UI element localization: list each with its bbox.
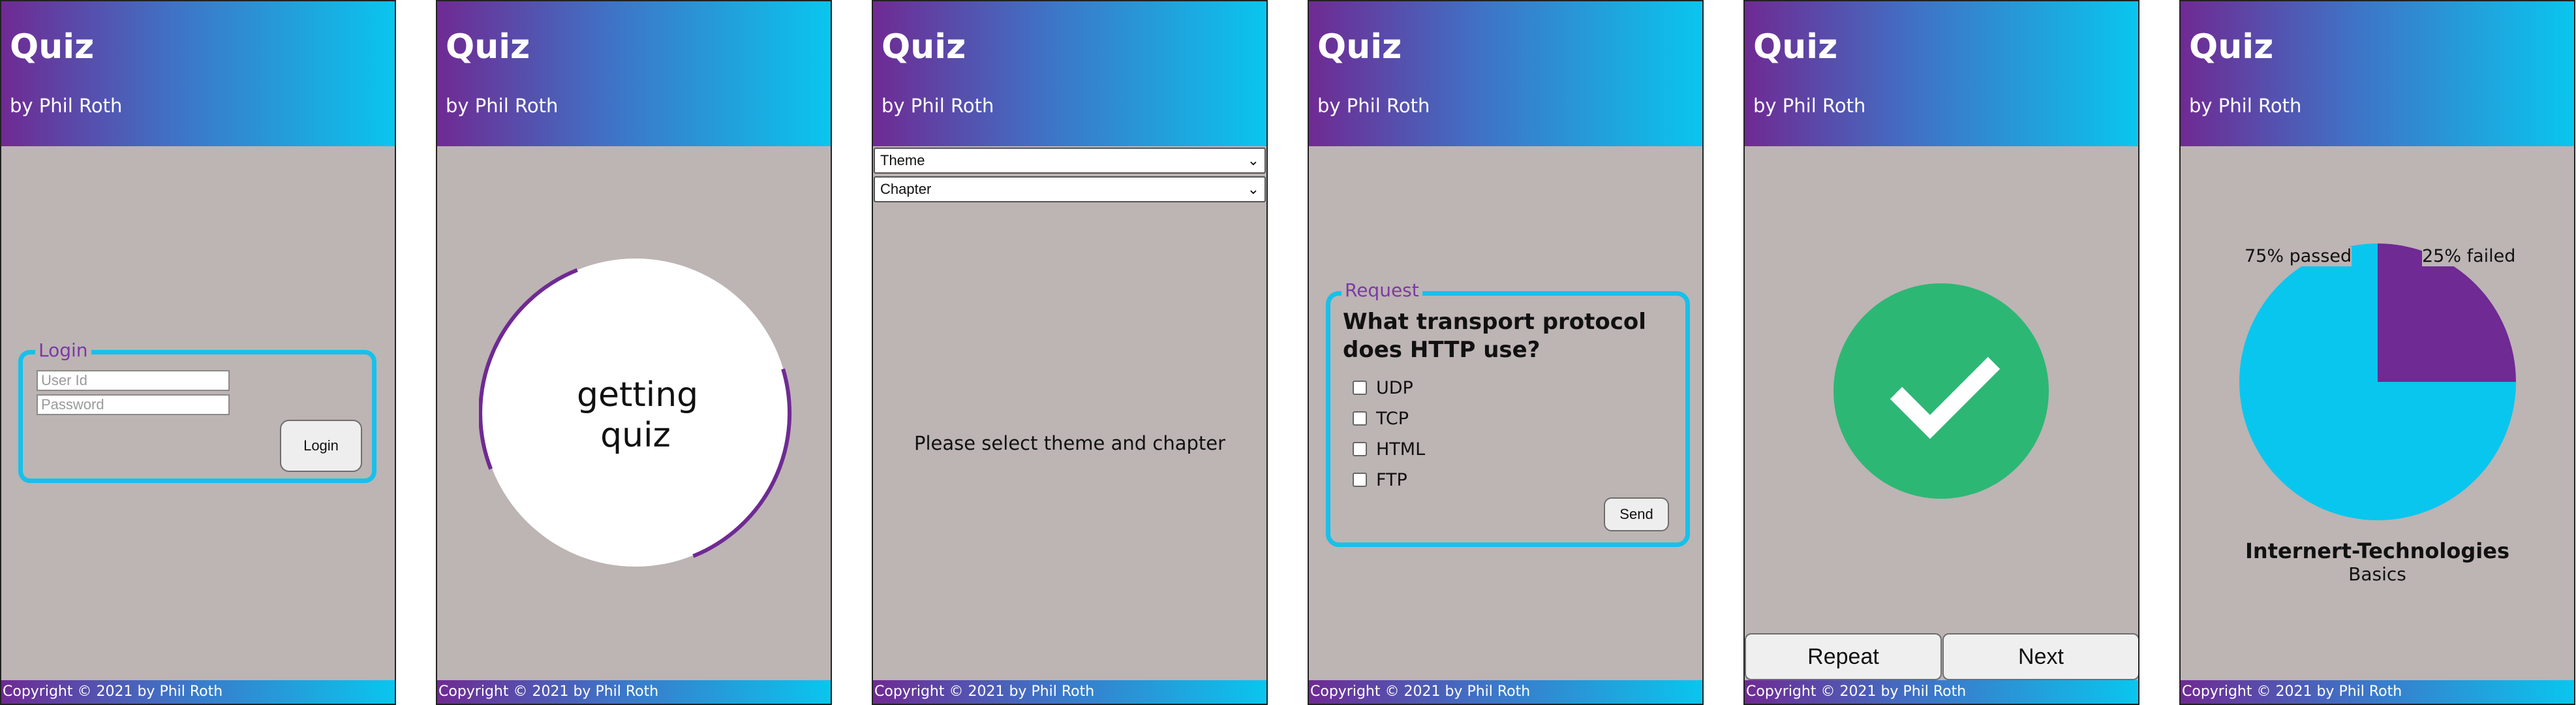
theme-select[interactable]: Theme ⌄	[874, 148, 1266, 174]
app-header: Quiz by Phil Roth	[1, 1, 395, 146]
app-header: Quiz by Phil Roth	[1745, 1, 2138, 146]
request-legend: Request	[1342, 281, 1422, 300]
topic-chapter: Basics	[2348, 563, 2406, 585]
app-footer: Copyright © 2021 by Phil Roth	[1309, 680, 1702, 704]
app-title: Quiz	[10, 27, 95, 67]
app-subtitle: by Phil Roth	[10, 95, 123, 117]
theme-select-value: Theme	[880, 152, 925, 168]
app-title: Quiz	[446, 27, 530, 67]
screen-statistics: Quiz by Phil Roth 75% passed 25% failed …	[2179, 0, 2575, 705]
loading-line-1: getting	[577, 375, 699, 415]
app-header: Quiz by Phil Roth	[437, 1, 831, 146]
app-subtitle: by Phil Roth	[882, 95, 994, 117]
screen-loading: Quiz by Phil Roth getting quiz Copyright…	[436, 0, 832, 705]
answer-label: TCP	[1376, 409, 1409, 429]
app-title: Quiz	[1753, 27, 1838, 67]
success-badge	[1833, 283, 2049, 499]
app-footer: Copyright © 2021 by Phil Roth	[873, 680, 1266, 704]
user-id-input[interactable]: User Id	[37, 370, 230, 391]
answer-option[interactable]: TCP	[1353, 409, 1409, 429]
result-pie-chart	[2239, 243, 2516, 520]
chapter-select[interactable]: Chapter ⌄	[874, 176, 1266, 202]
screen-selection: Quiz by Phil Roth Theme ⌄ Chapter ⌄ Plea…	[872, 0, 1268, 705]
screen-login: Quiz by Phil Roth Login User Id Password…	[0, 0, 396, 705]
app-footer: Copyright © 2021 by Phil Roth	[1745, 680, 2138, 704]
question-text: What transport protocol does HTTP use?	[1343, 309, 1646, 363]
topic-title: Internert-Technologies	[2245, 539, 2509, 563]
app-title: Quiz	[1317, 27, 1402, 67]
answer-checkbox[interactable]	[1353, 472, 1367, 487]
app-header: Quiz by Phil Roth	[873, 1, 1266, 146]
loading-text: getting quiz	[577, 375, 699, 456]
app-subtitle: by Phil Roth	[2189, 95, 2302, 117]
answer-checkbox[interactable]	[1353, 441, 1367, 456]
chevron-down-icon: ⌄	[1247, 152, 1259, 168]
answer-label: FTP	[1376, 470, 1407, 490]
screen-question: Quiz by Phil Roth Request What transport…	[1308, 0, 1704, 705]
app-title: Quiz	[2189, 27, 2274, 67]
answer-checkbox[interactable]	[1353, 411, 1367, 426]
answer-checkbox[interactable]	[1353, 380, 1367, 395]
answer-label: HTML	[1376, 439, 1426, 460]
screen-result: Quiz by Phil Roth Repeat Next Copyright …	[1743, 0, 2139, 705]
loading-line-2: quiz	[600, 416, 671, 455]
app-header: Quiz by Phil Roth	[1309, 1, 1702, 146]
pie-label-passed: 75% passed	[2245, 246, 2352, 266]
chapter-select-value: Chapter	[880, 181, 932, 197]
send-button[interactable]: Send	[1604, 497, 1669, 531]
app-header: Quiz by Phil Roth	[2181, 1, 2574, 146]
answer-option[interactable]: FTP	[1353, 471, 1407, 490]
pie-label-failed: 25% failed	[2422, 246, 2516, 266]
app-title: Quiz	[882, 27, 966, 67]
app-subtitle: by Phil Roth	[1753, 95, 1866, 117]
repeat-button[interactable]: Repeat	[1745, 633, 1942, 680]
login-legend: Login	[35, 341, 91, 360]
checkmark-icon	[1890, 356, 2001, 439]
app-footer: Copyright © 2021 by Phil Roth	[1, 680, 395, 704]
password-input[interactable]: Password	[37, 394, 230, 415]
app-subtitle: by Phil Roth	[1317, 95, 1430, 117]
chevron-down-icon: ⌄	[1247, 181, 1259, 197]
selection-message: Please select theme and chapter	[913, 432, 1226, 454]
app-subtitle: by Phil Roth	[446, 95, 559, 117]
login-button[interactable]: Login	[280, 420, 362, 472]
next-button[interactable]: Next	[1942, 633, 2138, 680]
answer-option[interactable]: UDP	[1353, 379, 1413, 398]
app-footer: Copyright © 2021 by Phil Roth	[2181, 680, 2574, 704]
answer-option[interactable]: HTML	[1353, 440, 1425, 460]
answer-label: UDP	[1376, 378, 1413, 398]
app-footer: Copyright © 2021 by Phil Roth	[437, 680, 831, 704]
